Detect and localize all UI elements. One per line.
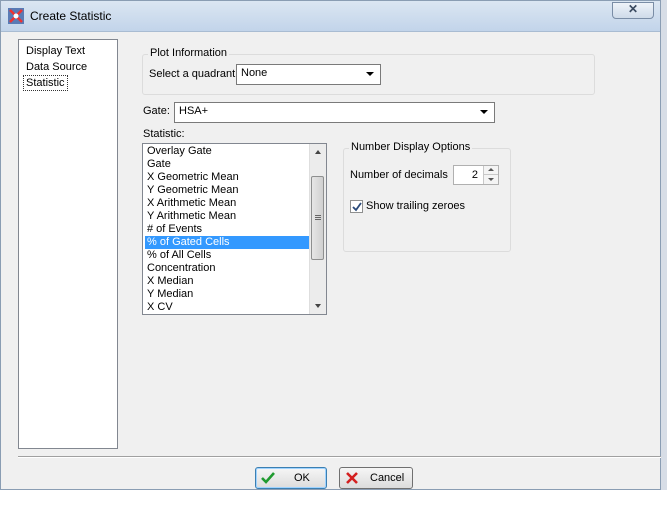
list-item[interactable]: Gate xyxy=(145,158,312,171)
app-icon xyxy=(8,8,24,24)
spin-up-button[interactable] xyxy=(483,166,498,175)
statistic-label: Statistic: xyxy=(143,128,185,140)
list-item[interactable]: Overlay Gate xyxy=(145,145,312,158)
ok-label: OK xyxy=(294,472,310,484)
grip-line xyxy=(315,215,321,216)
grip-line xyxy=(315,217,321,218)
grip-line xyxy=(315,219,321,220)
list-item[interactable]: Y Geometric Mean xyxy=(145,184,312,197)
select-quadrant-label: Select a quadrant xyxy=(149,68,236,80)
scroll-down-button[interactable] xyxy=(310,298,326,314)
checkmark-icon xyxy=(261,472,275,484)
scroll-up-button[interactable] xyxy=(310,144,326,160)
close-icon xyxy=(346,472,358,484)
dialog-separator xyxy=(18,456,662,458)
checkmark-icon xyxy=(352,202,362,212)
list-item[interactable]: X Arithmetic Mean xyxy=(145,197,312,210)
decimals-spinner[interactable]: 2 xyxy=(453,165,499,185)
background-strip xyxy=(661,0,667,506)
list-item[interactable]: % of All Cells xyxy=(145,249,312,262)
background-strip xyxy=(0,490,667,506)
quadrant-select-value: None xyxy=(241,67,268,79)
cancel-button[interactable]: Cancel xyxy=(339,467,413,489)
close-icon: ✕ xyxy=(628,2,639,16)
show-trailing-zeroes-checkbox[interactable] xyxy=(350,200,363,213)
list-item[interactable]: X Median xyxy=(145,275,312,288)
scroll-thumb[interactable] xyxy=(311,176,324,260)
gate-select[interactable]: HSA+ xyxy=(174,102,495,123)
list-item[interactable]: # of Events xyxy=(145,223,312,236)
ok-button[interactable]: OK xyxy=(255,467,327,489)
section-list: Display Text Data Source Statistic xyxy=(18,39,118,449)
statistic-listbox[interactable]: Overlay Gate Gate X Geometric Mean Y Geo… xyxy=(142,143,327,315)
number-display-options-title: Number Display Options xyxy=(349,141,473,153)
create-statistic-dialog: Create Statistic ✕ Display Text Data Sou… xyxy=(0,0,662,490)
arrow-down-icon xyxy=(315,304,321,308)
list-item[interactable]: Concentration xyxy=(145,262,312,275)
list-item[interactable]: X CV xyxy=(145,301,312,314)
section-item-statistic[interactable]: Statistic xyxy=(23,75,68,91)
list-item[interactable]: X Geometric Mean xyxy=(145,171,312,184)
list-item-selected[interactable]: % of Gated Cells xyxy=(145,236,312,249)
arrow-down-icon xyxy=(488,178,494,181)
section-item-data-source[interactable]: Data Source xyxy=(24,60,89,74)
close-button[interactable]: ✕ xyxy=(612,2,654,19)
cancel-label: Cancel xyxy=(370,472,405,484)
chevron-down-icon xyxy=(480,110,488,114)
number-of-decimals-label: Number of decimals xyxy=(350,169,448,181)
spin-down-button[interactable] xyxy=(483,175,498,184)
quadrant-select[interactable]: None xyxy=(236,64,381,85)
show-trailing-zeroes-label[interactable]: Show trailing zeroes xyxy=(366,200,465,212)
list-item[interactable]: Y Median xyxy=(145,288,312,301)
chevron-down-icon xyxy=(366,72,374,76)
gate-label: Gate: xyxy=(143,105,170,117)
arrow-up-icon xyxy=(315,150,321,154)
section-item-display-text[interactable]: Display Text xyxy=(24,44,87,58)
decimals-value: 2 xyxy=(471,169,478,181)
plot-information-title: Plot Information xyxy=(148,47,230,59)
list-item[interactable]: Y Arithmetic Mean xyxy=(145,210,312,223)
statistic-scrollbar[interactable] xyxy=(309,144,326,314)
window-title: Create Statistic xyxy=(30,9,112,23)
gate-select-value: HSA+ xyxy=(179,105,209,117)
arrow-up-icon xyxy=(488,168,494,171)
title-bar[interactable]: Create Statistic ✕ xyxy=(1,1,660,32)
